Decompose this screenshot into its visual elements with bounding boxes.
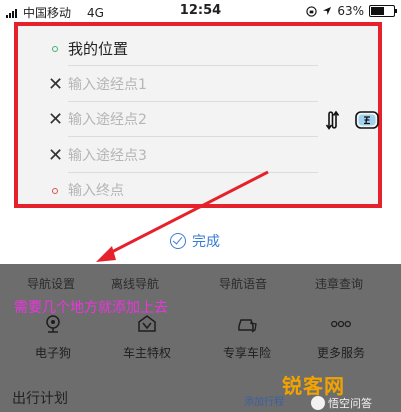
menu-item-violation-query[interactable]: 违章查询 [315,275,363,292]
trip-plan-title: 出行计划 [12,391,68,407]
waypoint-row[interactable]: ✕ 输入途经点3 [18,141,318,173]
route-input-panel: 我的位置 ✕ 输入途经点1 ✕ 输入途经点2 ✕ 输入途经点3 输入终点 [14,22,382,208]
service-item[interactable]: 更多服务 [306,314,376,361]
location-arrow-icon [323,7,332,15]
swap-route-icon[interactable] [324,110,342,130]
radar-camera-icon [46,315,60,333]
menu-item-offline-nav[interactable]: 离线导航 [111,275,159,292]
origin-dot [52,46,58,52]
dimmed-menu-overlay: 导航设置 离线导航 导航语音 违章查询 需要几个地方就添加上去 电子狗 车主特权 [0,264,401,412]
done-label: 完成 [192,234,220,250]
waypoint-input-3[interactable]: 输入途经点3 [68,147,147,165]
service-label: 专享车险 [222,346,271,360]
remove-waypoint-icon[interactable]: ✕ [48,110,63,130]
done-button[interactable]: 完成 [170,231,220,251]
paw-icon [311,396,325,410]
service-item[interactable]: 车主特权 [112,314,182,361]
divider [68,65,318,66]
status-bar: 中国移动 4G 12:54 63% [0,0,401,22]
origin-row[interactable]: 我的位置 [18,34,318,66]
waypoint-input-2[interactable]: 输入途经点2 [68,111,147,129]
car-badge-icon [138,315,156,332]
watermark-caption-text: 悟空问答 [328,397,372,410]
battery-icon [369,5,397,17]
divider [68,101,318,102]
service-label: 车主特权 [122,346,171,360]
battery-percent: 63% [337,4,364,18]
menu-item-nav-settings[interactable]: 导航设置 [27,275,75,292]
menu-item-nav-voice[interactable]: 导航语音 [219,275,267,292]
service-item[interactable]: 电子狗 [18,314,88,361]
divider [68,172,318,173]
destination-row[interactable]: 输入终点 [18,176,318,206]
menu-row: 导航设置 离线导航 导航语音 违章查询 [0,275,401,293]
divider [68,136,318,137]
service-label: 电子狗 [34,346,71,360]
waypoint-row[interactable]: ✕ 输入途经点1 [18,70,318,102]
waypoint-input-1[interactable]: 输入途经点1 [68,76,147,94]
add-trip-link[interactable]: 添加行程 [244,393,284,408]
car-shield-icon [238,319,257,333]
destination-input[interactable]: 输入终点 [68,182,124,200]
lock-rotation-icon [306,5,318,17]
service-item[interactable]: 专享车险 [212,314,282,361]
services-row: 电子狗 车主特权 专享车险 更多服务 [0,314,401,364]
service-label: 更多服务 [316,346,365,360]
destination-dot [52,188,58,194]
remove-waypoint-icon[interactable]: ✕ [48,75,63,95]
waypoint-row[interactable]: ✕ 输入途经点2 [18,105,318,137]
more-dots-icon [331,320,351,328]
remove-waypoint-icon[interactable]: ✕ [48,146,63,166]
origin-field[interactable]: 我的位置 [68,40,128,58]
watermark-caption: 悟空问答 [311,395,372,411]
edit-waypoints-icon[interactable] [355,110,379,130]
check-circle-icon [170,233,186,249]
